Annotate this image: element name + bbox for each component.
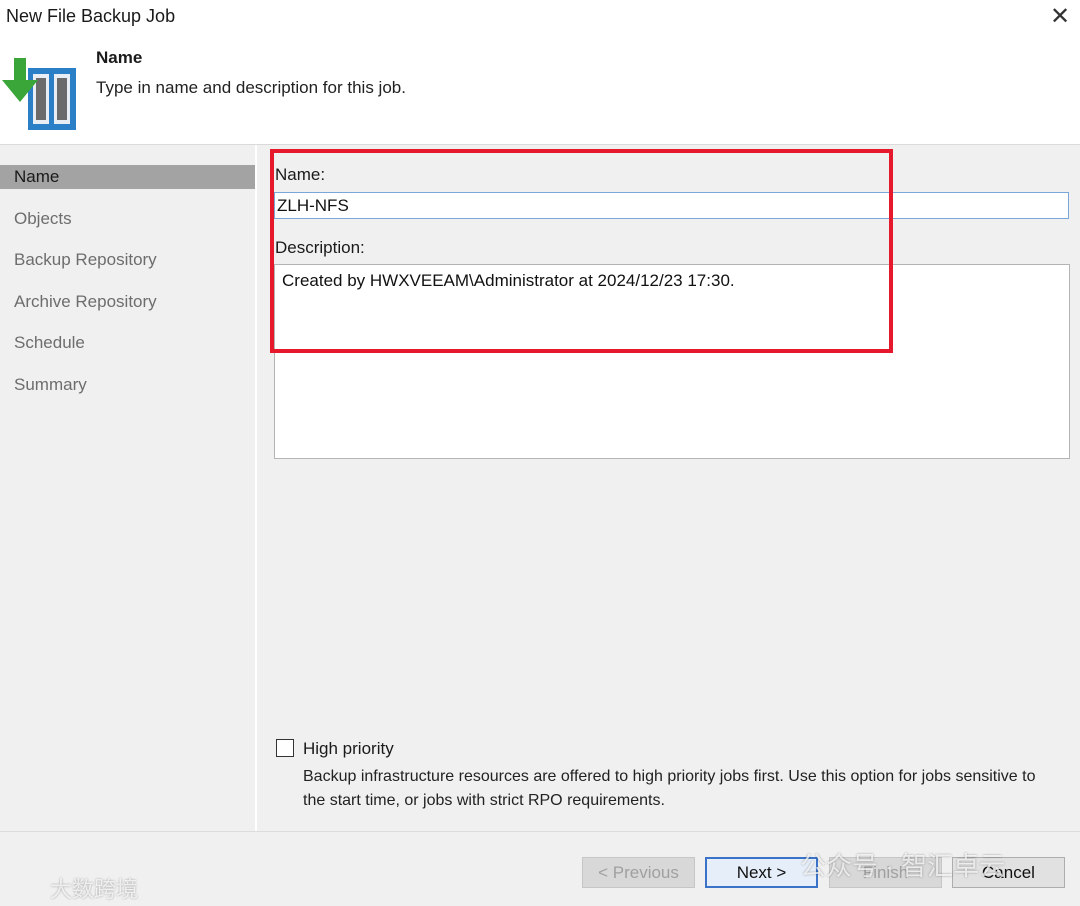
title-bar: New File Backup Job ✕ (0, 0, 1080, 36)
description-field[interactable]: Created by HWXVEEAM\Administrator at 202… (274, 264, 1070, 459)
step-backup-repository[interactable]: Backup Repository (0, 248, 255, 272)
file-backup-icon (2, 58, 76, 130)
footer-divider (0, 831, 1080, 832)
wizard-header: Name Type in name and description for th… (0, 36, 1080, 145)
step-schedule[interactable]: Schedule (0, 331, 255, 355)
name-label: Name: (275, 165, 326, 184)
high-priority-label[interactable]: High priority (303, 739, 394, 759)
step-name[interactable]: Name (0, 165, 255, 189)
close-icon[interactable]: ✕ (1046, 4, 1074, 30)
name-field[interactable] (274, 192, 1069, 219)
step-archive-repository[interactable]: Archive Repository (0, 290, 255, 314)
watermark-left: 大数跨境 (50, 877, 139, 902)
page-subtitle: Type in name and description for this jo… (96, 78, 406, 97)
high-priority-description: Backup infrastructure resources are offe… (303, 768, 1036, 809)
previous-button[interactable]: < Previous (582, 857, 695, 888)
wizard-steps: Name Objects Backup Repository Archive R… (0, 145, 257, 831)
description-label: Description: (275, 238, 365, 257)
step-objects[interactable]: Objects (0, 207, 255, 231)
high-priority-checkbox[interactable] (276, 739, 294, 757)
step-summary[interactable]: Summary (0, 373, 255, 397)
window-title: New File Backup Job (6, 6, 176, 26)
watermark-right: 公众号 · 智汇卓云 (800, 851, 1006, 881)
page-title: Name (96, 48, 143, 67)
